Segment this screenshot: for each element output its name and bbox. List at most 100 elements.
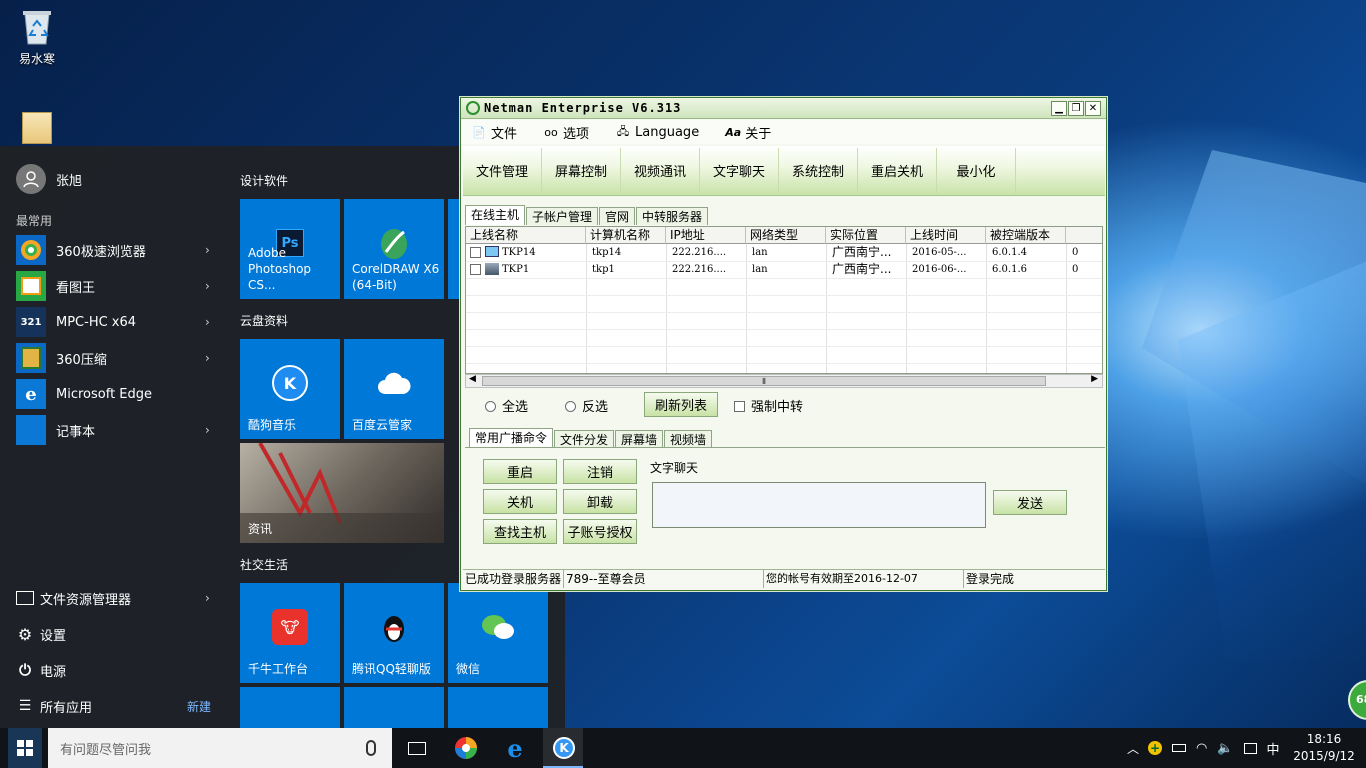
tab-file-distribute[interactable]: 文件分发 [554,430,615,448]
360-guard-icon[interactable]: + [1148,741,1162,755]
start-app-360-browser[interactable]: 360极速浏览器 › [0,232,225,268]
column-header[interactable]: 上线名称 [466,227,586,244]
tile-coreldraw[interactable]: CorelDRAW X6 (64-Bit) [344,199,444,299]
start-power[interactable]: ⏻ 电源 [0,652,225,688]
start-app-notepad[interactable]: 记事本 › [0,412,225,448]
scroll-thumb[interactable]: ⦀ [482,376,1046,386]
tile-partial[interactable] [448,687,548,728]
task-view-icon[interactable] [402,734,432,762]
title-bar[interactable]: Netman Enterprise V6.313 ▁ ❐ ✕ [461,98,1106,119]
chevron-right-icon[interactable]: › [205,423,225,437]
send-button[interactable]: 发送 [993,490,1067,515]
chevron-right-icon[interactable]: › [205,591,225,605]
checkbox[interactable] [734,401,745,412]
toolbar-system-control[interactable]: 系统控制 [779,147,858,194]
toolbar-file-manager[interactable]: 文件管理 [463,147,542,194]
start-settings[interactable]: ⚙ 设置 [0,616,225,652]
tile-wechat[interactable]: 微信 [448,583,548,683]
start-app-image-viewer[interactable]: 看图王 › [0,268,225,304]
logoff-button[interactable]: 注销 [563,459,637,484]
floating-badge[interactable]: 68 [1348,680,1366,720]
sub-account-auth-button[interactable]: 子账号授权 [563,519,637,544]
tab-online-hosts[interactable]: 在线主机 [465,205,526,225]
scroll-left-icon[interactable]: ◀ [469,374,476,384]
radio-button[interactable] [485,401,496,412]
row-checkbox[interactable] [470,264,481,275]
minimize-button[interactable]: ▁ [1051,101,1067,116]
toolbar-restart-shutdown[interactable]: 重启关机 [858,147,937,194]
desktop-icon-recycle-bin[interactable]: 易水寒 [2,8,72,67]
start-app-edge[interactable]: e Microsoft Edge [0,376,225,412]
chevron-right-icon[interactable]: › [205,279,225,293]
ime-indicator[interactable]: 中 [1267,739,1280,758]
tile-kugou[interactable]: K 酷狗音乐 [240,339,340,439]
cortana-search-box[interactable]: 有问题尽管问我 [48,728,392,768]
maximize-button[interactable]: ❐ [1068,101,1084,116]
select-all-radio[interactable]: 全选 [485,396,528,415]
toolbar-screen-control[interactable]: 屏幕控制 [542,147,621,194]
tile-qianniu[interactable]: 🐮 千牛工作台 [240,583,340,683]
start-app-360-zip[interactable]: 360压缩 › [0,340,225,376]
tab-official-site[interactable]: 官网 [599,207,636,225]
user-account[interactable]: 张旭 [0,161,225,197]
tile-qq[interactable]: 腾讯QQ轻聊版 [344,583,444,683]
microphone-icon[interactable] [366,740,376,756]
refresh-list-button[interactable]: 刷新列表 [644,392,718,417]
radio-button[interactable] [565,401,576,412]
menu-about[interactable]: Aa 关于 [725,123,771,142]
360-browser-taskbar-icon[interactable] [451,734,481,762]
battery-icon[interactable] [1172,744,1186,752]
tile-news[interactable]: 资讯 [240,443,444,543]
column-header[interactable] [1066,227,1102,244]
clock[interactable]: 18:16 2015/9/12 [1292,731,1356,765]
chevron-right-icon[interactable]: › [205,351,225,365]
force-relay-checkbox[interactable]: 强制中转 [734,396,803,415]
tab-sub-accounts[interactable]: 子帐户管理 [526,207,599,225]
toolbar-video-call[interactable]: 视频通讯 [621,147,700,194]
edge-taskbar-icon[interactable]: e [500,734,530,763]
close-button[interactable]: ✕ [1085,101,1101,116]
column-header[interactable]: IP地址 [666,227,746,244]
uninstall-button[interactable]: 卸载 [563,489,637,514]
start-button[interactable] [8,728,42,768]
start-all-apps[interactable]: ☰ 所有应用 新建 [0,688,225,724]
table-row[interactable]: TKP14 tkp14 222.216.... lan 广西南宁... 2016… [466,244,1102,261]
tile-partial[interactable] [240,687,340,728]
360-zip-icon [16,343,46,373]
start-file-explorer[interactable]: 文件资源管理器 › [0,580,225,616]
table-row[interactable]: TKP1 tkp1 222.216.... lan 广西南宁... 2016-0… [466,261,1102,278]
toolbar-text-chat[interactable]: 文字聊天 [700,147,779,194]
tile-partial[interactable] [344,687,444,728]
tab-screen-wall[interactable]: 屏幕墙 [615,430,664,448]
notification-icon[interactable] [1243,742,1257,754]
start-app-mpc-hc[interactable]: 321 MPC-HC x64 › [0,304,225,340]
chat-input[interactable] [652,482,986,528]
tab-video-wall[interactable]: 视频墙 [664,430,713,448]
desktop-icon-folder[interactable] [2,112,72,148]
menu-file[interactable]: 📄 文件 [471,123,517,142]
chevron-right-icon[interactable]: › [205,315,225,329]
column-header[interactable]: 实际位置 [826,227,906,244]
tile-photoshop[interactable]: Ps Adobe Photoshop CS... [240,199,340,299]
restart-button[interactable]: 重启 [483,459,557,484]
column-header[interactable]: 被控端版本 [986,227,1066,244]
volume-icon[interactable]: 🔈 [1217,741,1233,756]
column-header[interactable]: 计算机名称 [586,227,666,244]
toolbar-minimize[interactable]: 最小化 [937,147,1016,194]
invert-select-radio[interactable]: 反选 [565,396,608,415]
chevron-up-icon[interactable]: ︿ [1124,740,1142,757]
tile-baidu-cloud[interactable]: 百度云管家 [344,339,444,439]
shutdown-button[interactable]: 关机 [483,489,557,514]
column-header[interactable]: 网络类型 [746,227,826,244]
row-checkbox[interactable] [470,247,481,258]
tab-relay-server[interactable]: 中转服务器 [636,207,709,225]
menu-options[interactable]: oo 选项 [543,123,589,142]
column-header[interactable]: 上线时间 [906,227,986,244]
horizontal-scrollbar[interactable]: ◀ ⦀ ▶ [465,374,1103,388]
tab-broadcast-commands[interactable]: 常用广播命令 [469,428,554,448]
find-host-button[interactable]: 查找主机 [483,519,557,544]
chevron-right-icon[interactable]: › [205,243,225,257]
menu-language[interactable]: 🖧 Language [615,125,699,140]
wifi-icon[interactable]: ◠ [1196,741,1207,756]
scroll-right-icon[interactable]: ▶ [1091,374,1098,384]
